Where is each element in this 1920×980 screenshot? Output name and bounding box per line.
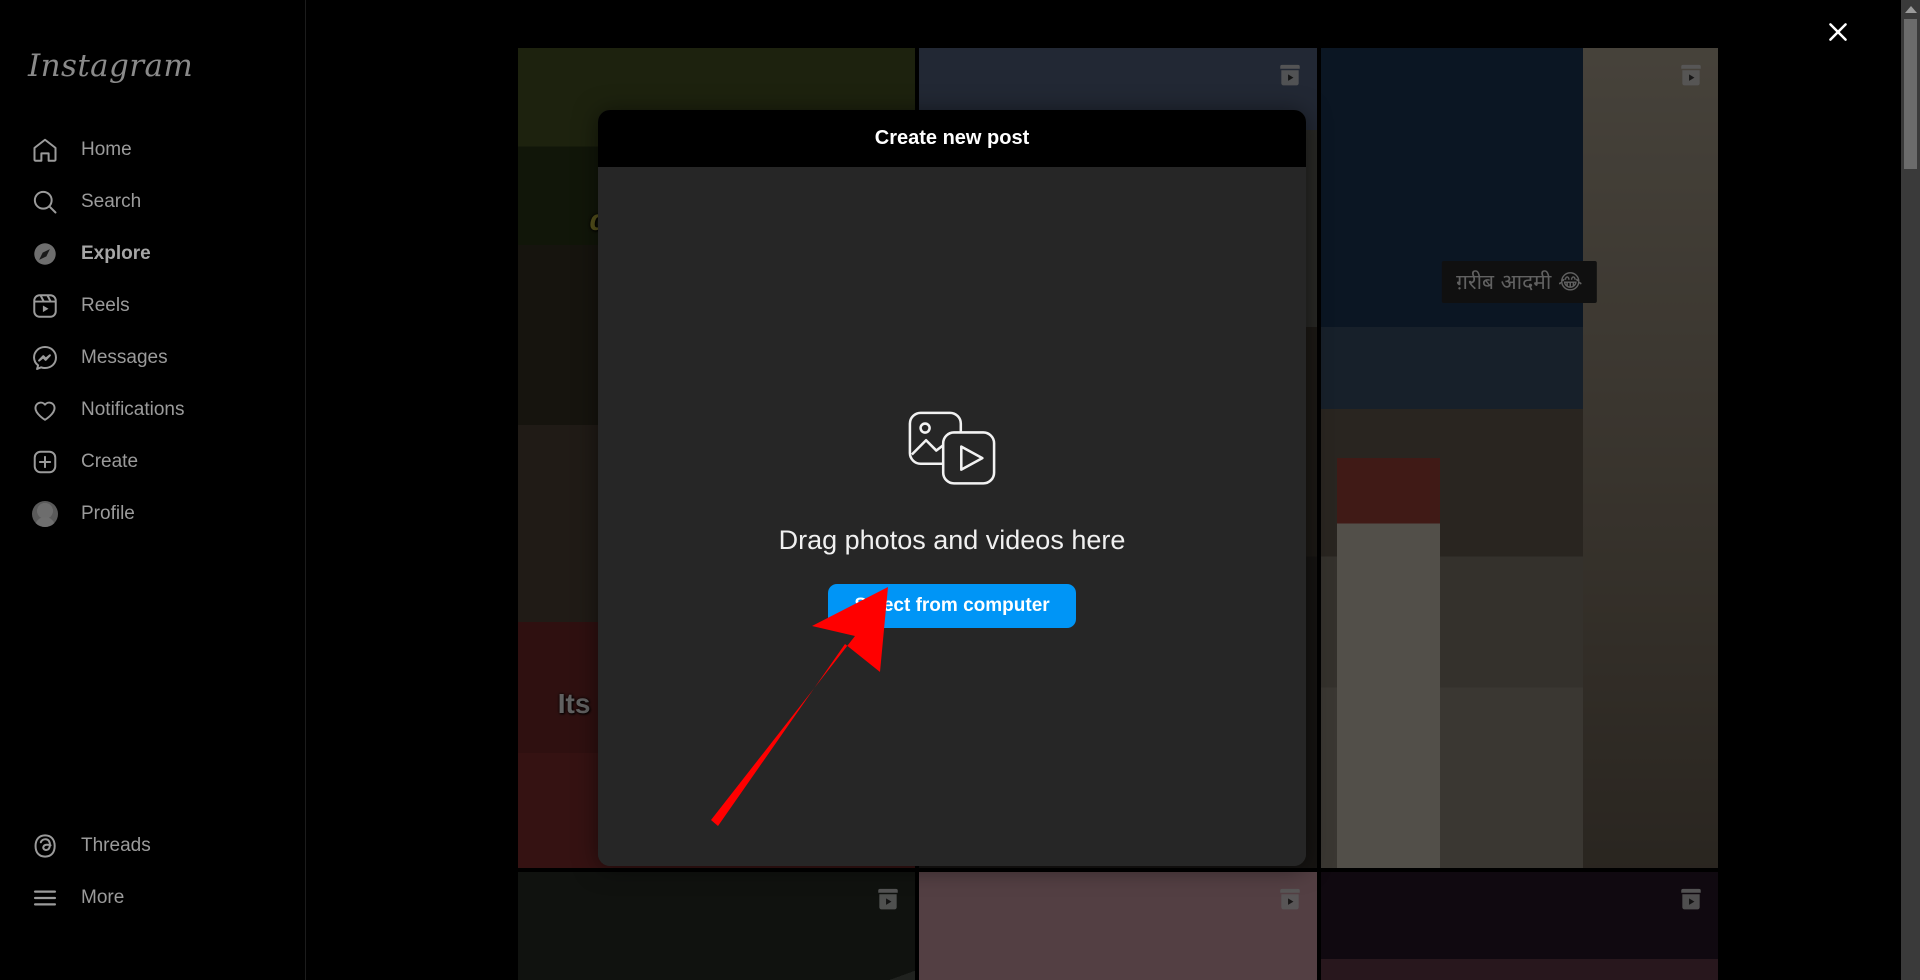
close-icon <box>1829 23 1847 41</box>
sidebar-nav-primary: Home Search Explore Reels Messages Notif… <box>0 124 305 540</box>
create-new-post-dialog: Create new post Drag photos and videos h… <box>598 110 1306 866</box>
scrollbar-up-button[interactable] <box>1901 0 1920 19</box>
drop-instruction-text: Drag photos and videos here <box>778 524 1126 555</box>
close-modal-button[interactable] <box>1818 12 1858 52</box>
sidebar-item-label: Reels <box>81 295 130 316</box>
sidebar-item-threads[interactable]: Threads <box>0 820 305 872</box>
plus-square-icon <box>30 447 60 477</box>
threads-icon <box>30 831 60 861</box>
sidebar-nav-secondary: Threads More <box>0 820 305 924</box>
sidebar-item-label: Messages <box>81 347 168 368</box>
sidebar-item-create[interactable]: Create <box>0 436 305 488</box>
photo-video-icon <box>898 407 1006 499</box>
page-scrollbar[interactable] <box>1901 0 1920 980</box>
caret-up-icon <box>1904 6 1917 13</box>
sidebar-item-label: Search <box>81 191 142 212</box>
hamburger-icon <box>30 883 60 913</box>
heart-icon <box>30 395 60 425</box>
dialog-title: Create new post <box>874 127 1030 149</box>
select-from-computer-button[interactable]: Select from computer <box>828 583 1076 628</box>
dialog-header: Create new post <box>598 110 1306 168</box>
sidebar-item-notifications[interactable]: Notifications <box>0 384 305 436</box>
dialog-body[interactable]: Drag photos and videos here Select from … <box>598 168 1306 866</box>
sidebar-item-profile[interactable]: Profile <box>0 488 305 540</box>
main-sidebar: Instagram Home Search Explore Reels Mess… <box>0 0 306 980</box>
avatar-icon <box>30 499 60 529</box>
search-icon <box>30 187 60 217</box>
profile-avatar <box>32 501 58 527</box>
sidebar-item-label: Profile <box>81 503 135 524</box>
sidebar-item-label: Explore <box>81 243 151 264</box>
sidebar-item-home[interactable]: Home <box>0 124 305 176</box>
sidebar-item-more[interactable]: More <box>0 872 305 924</box>
sidebar-item-label: More <box>81 887 125 908</box>
instagram-logo[interactable]: Instagram <box>28 46 305 86</box>
compass-icon <box>30 239 60 269</box>
messenger-icon <box>30 343 60 373</box>
sidebar-item-label: Threads <box>81 835 151 856</box>
instagram-app-window: Instagram Home Search Explore Reels Mess… <box>0 0 1920 980</box>
sidebar-item-label: Home <box>81 139 132 160</box>
sidebar-item-messages[interactable]: Messages <box>0 332 305 384</box>
sidebar-item-explore[interactable]: Explore <box>0 228 305 280</box>
scrollbar-thumb[interactable] <box>1904 19 1917 169</box>
instagram-wordmark: Instagram <box>28 48 194 84</box>
sidebar-item-label: Notifications <box>81 399 185 420</box>
sidebar-item-reels[interactable]: Reels <box>0 280 305 332</box>
sidebar-item-search[interactable]: Search <box>0 176 305 228</box>
home-icon <box>30 135 60 165</box>
reels-icon <box>30 291 60 321</box>
sidebar-item-label: Create <box>81 451 139 472</box>
